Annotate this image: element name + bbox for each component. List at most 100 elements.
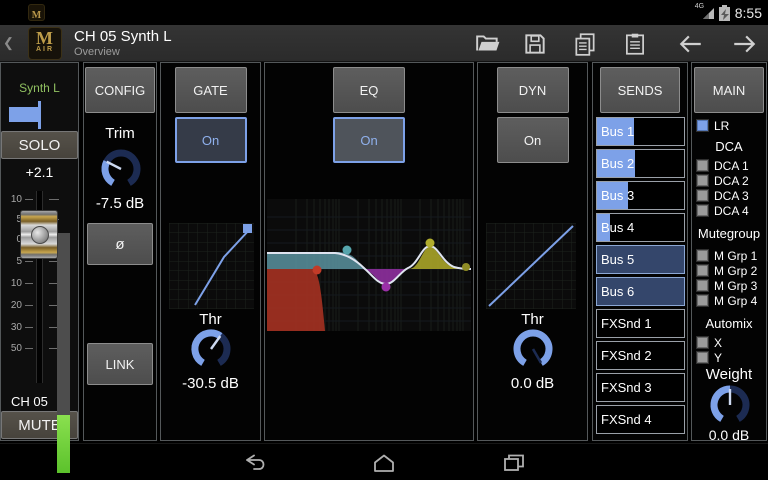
app-logo[interactable]: M AIR — [28, 27, 62, 60]
gate-tab-button[interactable]: GATE — [175, 67, 247, 113]
fader-scale-mark: 10 — [5, 278, 61, 289]
fader-scale-mark: 20 — [5, 300, 61, 311]
eq-band4-handle[interactable] — [426, 239, 435, 248]
checkbox[interactable] — [696, 336, 709, 349]
gate-curve-handle[interactable] — [243, 224, 252, 233]
main-tab-button[interactable]: MAIN — [694, 67, 764, 113]
page-subtitle: Overview — [74, 46, 172, 58]
eq-on-toggle[interactable]: On — [333, 117, 405, 163]
nav-back-button[interactable] — [223, 449, 287, 477]
save-scene-button[interactable] — [522, 31, 548, 57]
dca-3-toggle[interactable]: DCA 3 — [696, 189, 764, 203]
eq-band2-handle[interactable] — [343, 246, 352, 255]
trim-knob[interactable] — [99, 147, 143, 191]
dyn-threshold-knob[interactable] — [511, 327, 555, 371]
weight-knob[interactable] — [708, 383, 752, 427]
automix-x-toggle[interactable]: X — [696, 336, 764, 350]
automix-header: Automix — [692, 316, 766, 331]
send-bus-5[interactable]: Bus 5 — [596, 245, 685, 274]
phase-invert-button[interactable]: ø — [87, 223, 153, 265]
checkbox-label: DCA 3 — [714, 189, 749, 203]
app-notification-icon: M — [28, 4, 45, 21]
dca-4-toggle[interactable]: DCA 4 — [696, 204, 764, 218]
dyn-tab-button[interactable]: DYN — [497, 67, 569, 113]
arrow-left-icon — [678, 31, 704, 57]
android-status-bar: M 4G 8:55 — [0, 0, 768, 25]
folder-open-icon — [475, 31, 501, 57]
compressor-transfer-graph[interactable] — [486, 223, 576, 309]
mutegroup-2-toggle[interactable]: M Grp 2 — [696, 264, 764, 278]
send-fx-3[interactable]: FXSnd 3 — [596, 373, 685, 402]
config-section: CONFIG Trim -7.5 dB ø LINK — [83, 62, 157, 441]
checkbox[interactable] — [696, 264, 709, 277]
level-meter — [57, 233, 70, 473]
send-bus-6[interactable]: Bus 6 — [596, 277, 685, 306]
checkbox[interactable] — [696, 249, 709, 262]
eq-band1-handle[interactable] — [313, 266, 322, 275]
next-channel-button[interactable] — [731, 31, 757, 57]
eq-band5-handle[interactable] — [462, 263, 470, 271]
config-tab-button[interactable]: CONFIG — [85, 67, 155, 113]
open-scene-button[interactable] — [475, 31, 501, 57]
checkbox-label: LR — [714, 119, 729, 133]
trim-value: -7.5 dB — [84, 195, 156, 212]
gate-transfer-graph[interactable] — [169, 223, 254, 309]
dca-1-toggle[interactable]: DCA 1 — [696, 159, 764, 173]
home-icon — [371, 453, 397, 473]
checkbox-label: DCA 4 — [714, 204, 749, 218]
checkbox[interactable] — [696, 159, 709, 172]
copy-button[interactable] — [572, 31, 598, 57]
send-bus-2[interactable]: Bus 2 — [596, 149, 685, 178]
checkbox-label: DCA 2 — [714, 174, 749, 188]
send-bus-4[interactable]: Bus 4 — [596, 213, 685, 242]
checkbox[interactable] — [696, 294, 709, 307]
pan-level-bar — [9, 107, 39, 122]
fader-scale-mark: 30 — [5, 322, 61, 333]
checkbox-label: Y — [714, 351, 722, 365]
gate-threshold-value: -30.5 dB — [161, 375, 260, 392]
android-nav-bar — [0, 443, 768, 480]
channel-number: CH 05 — [11, 394, 48, 409]
checkbox[interactable] — [696, 119, 709, 132]
checkbox[interactable] — [696, 279, 709, 292]
checkbox[interactable] — [696, 174, 709, 187]
gate-on-toggle[interactable]: On — [175, 117, 247, 163]
mutegroup-1-toggle[interactable]: M Grp 1 — [696, 249, 764, 263]
prev-channel-button[interactable] — [678, 31, 704, 57]
send-bus-1[interactable]: Bus 1 — [596, 117, 685, 146]
nav-recents-button[interactable] — [482, 449, 546, 477]
automix-y-toggle[interactable]: Y — [696, 351, 764, 365]
checkbox[interactable] — [696, 189, 709, 202]
send-fx-4[interactable]: FXSnd 4 — [596, 405, 685, 434]
gate-threshold-knob[interactable] — [189, 327, 233, 371]
dyn-threshold-value: 0.0 dB — [478, 375, 587, 392]
up-navigation-chevron-icon[interactable]: ❮ — [3, 35, 14, 51]
lr-assign-toggle[interactable]: LR — [696, 119, 764, 133]
dyn-threshold-label: Thr — [478, 311, 587, 328]
checkbox[interactable] — [696, 351, 709, 364]
send-bus-3[interactable]: Bus 3 — [596, 181, 685, 210]
nav-home-button[interactable] — [352, 449, 416, 477]
send-fx-1[interactable]: FXSnd 1 — [596, 309, 685, 338]
fader-handle[interactable] — [20, 210, 58, 259]
checkbox-label: DCA 1 — [714, 159, 749, 173]
mutegroup-4-toggle[interactable]: M Grp 4 — [696, 294, 764, 308]
paste-button[interactable] — [622, 31, 648, 57]
eq-band3-handle[interactable] — [382, 283, 391, 292]
level-meter-fill — [57, 415, 70, 473]
dca-2-toggle[interactable]: DCA 2 — [696, 174, 764, 188]
send-fx-2[interactable]: FXSnd 2 — [596, 341, 685, 370]
weight-label: Weight — [692, 366, 766, 383]
eq-tab-button[interactable]: EQ — [333, 67, 405, 113]
solo-button[interactable]: SOLO — [1, 131, 78, 159]
eq-curve-graph[interactable] — [267, 199, 471, 331]
pan-slider[interactable] — [9, 101, 49, 131]
main-assign-section: MAIN LR DCA DCA 1 DCA 2 DCA 3 DCA 4 Mute… — [691, 62, 767, 441]
dyn-on-toggle[interactable]: On — [497, 117, 569, 163]
link-button[interactable]: LINK — [87, 343, 153, 385]
fader-scale-mark: 50 — [5, 343, 61, 354]
mutegroup-3-toggle[interactable]: M Grp 3 — [696, 279, 764, 293]
sends-tab-button[interactable]: SENDS — [600, 67, 680, 113]
checkbox-label: M Grp 4 — [714, 294, 757, 308]
checkbox[interactable] — [696, 204, 709, 217]
